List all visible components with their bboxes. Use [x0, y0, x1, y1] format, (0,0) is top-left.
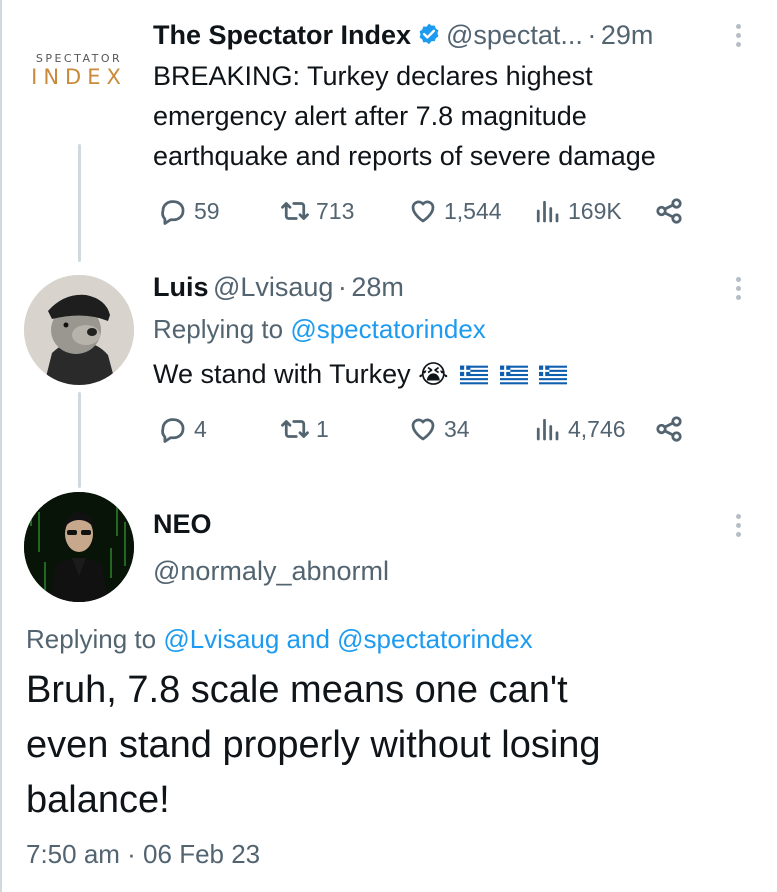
views-button[interactable]: 4,746: [532, 414, 626, 444]
retweet-icon: [281, 420, 309, 438]
crying-emoji: 😭: [418, 360, 449, 390]
tweet3-timestamp[interactable]: 7:50 am · 06 Feb 23: [26, 839, 260, 870]
tweet1-author-name[interactable]: The Spectator Index: [153, 20, 411, 50]
tweet2-sep: ·: [337, 272, 347, 302]
tweet1-handle[interactable]: @spectat...: [446, 20, 583, 50]
verified-icon: [419, 23, 438, 45]
logo-bottom-text: INDEX: [31, 65, 127, 89]
greece-flag-icon: [539, 365, 568, 385]
share-button[interactable]: [654, 414, 684, 444]
views-button[interactable]: 169K: [532, 196, 622, 226]
tweet-thread-page: SPECTATOR INDEX The Spectator Index @spe…: [0, 0, 777, 892]
tweet3-text: Bruh, 7.8 scale means one can't even sta…: [26, 663, 601, 828]
tweet3-replying-to: Replying to @Lvisaug and @spectatorindex: [26, 624, 533, 655]
like-count: 1,544: [444, 197, 502, 224]
tweet3-text-line: even stand properly without losing: [26, 724, 601, 766]
tweet1-text: BREAKING: Turkey declares highest emerge…: [153, 56, 656, 176]
tweet2-header: Luis @Lvisaug · 28m: [153, 272, 404, 303]
tweet3-text-line: Bruh, 7.8 scale means one can't: [26, 669, 568, 711]
avatar-neo-image: [24, 492, 134, 602]
like-icon: [411, 418, 435, 441]
tweet2-time[interactable]: 28m: [351, 272, 404, 302]
retweet-count: 1: [316, 415, 329, 442]
tweet1-text-line: emergency alert after 7.8 magnitude: [153, 101, 587, 131]
more-icon[interactable]: [733, 277, 743, 304]
greece-flag-icon: [460, 365, 489, 385]
retweet-count: 713: [316, 197, 355, 224]
like-button[interactable]: 1,544: [408, 196, 502, 226]
tweet3-author-name[interactable]: NEO: [153, 509, 212, 540]
tweet3-text-line: balance!: [26, 779, 170, 821]
thread-line: [78, 392, 81, 488]
share-button[interactable]: [654, 196, 684, 226]
more-icon[interactable]: [733, 24, 743, 51]
views-icon: [536, 200, 559, 223]
share-icon: [656, 198, 682, 224]
tweet1-sep: ·: [587, 20, 597, 50]
replying-prefix: Replying to: [26, 624, 164, 654]
share-icon: [656, 416, 682, 442]
left-edge-divider: [0, 0, 2, 892]
reply-icon: [161, 200, 185, 225]
avatar[interactable]: [24, 275, 134, 385]
tweet1-text-line: BREAKING: Turkey declares highest: [153, 61, 593, 91]
avatar-dog-image: [24, 275, 134, 385]
tweet3-handle-row: @normaly_abnorml: [153, 556, 389, 587]
more-icon[interactable]: [733, 514, 743, 541]
avatar[interactable]: [24, 492, 134, 602]
views-count: 4,746: [568, 415, 626, 442]
tweet3-handle[interactable]: @normaly_abnorml: [153, 556, 389, 586]
reply-button[interactable]: 59: [158, 196, 220, 226]
replying-handle-link[interactable]: @spectatorindex: [290, 314, 486, 344]
tweet3-header: NEO: [153, 509, 212, 540]
like-icon: [411, 200, 435, 223]
tweet2-text-content: We stand with Turkey: [153, 359, 419, 389]
reply-count: 4: [194, 415, 207, 442]
like-count: 34: [444, 415, 470, 442]
retweet-button[interactable]: 1: [280, 414, 329, 444]
tweet1-time[interactable]: 29m: [601, 20, 654, 50]
reply-button[interactable]: 4: [158, 414, 207, 444]
thread-line: [78, 144, 81, 262]
reply-icon: [161, 418, 185, 443]
tweet1-header: The Spectator Index @spectat... · 29m: [153, 20, 653, 51]
greece-flag-icon: [499, 365, 528, 385]
retweet-icon: [281, 202, 309, 220]
logo-avatar[interactable]: SPECTATOR INDEX: [24, 52, 134, 92]
like-button[interactable]: 34: [408, 414, 470, 444]
views-count: 169K: [568, 197, 622, 224]
tweet2-replying-to: Replying to @spectatorindex: [153, 314, 486, 345]
tweet1-text-line: earthquake and reports of severe damage: [153, 141, 656, 171]
reply-count: 59: [194, 197, 220, 224]
replying-prefix: Replying to: [153, 314, 291, 344]
retweet-button[interactable]: 713: [280, 196, 354, 226]
views-icon: [536, 418, 559, 441]
tweet2-author-name[interactable]: Luis: [153, 272, 209, 302]
replying-handles-link[interactable]: @Lvisaug and @spectatorindex: [163, 624, 532, 654]
tweet2-text: We stand with Turkey 😭: [153, 354, 568, 395]
tweet2-handle[interactable]: @Lvisaug: [213, 272, 333, 302]
logo-top-text: SPECTATOR: [35, 52, 123, 65]
